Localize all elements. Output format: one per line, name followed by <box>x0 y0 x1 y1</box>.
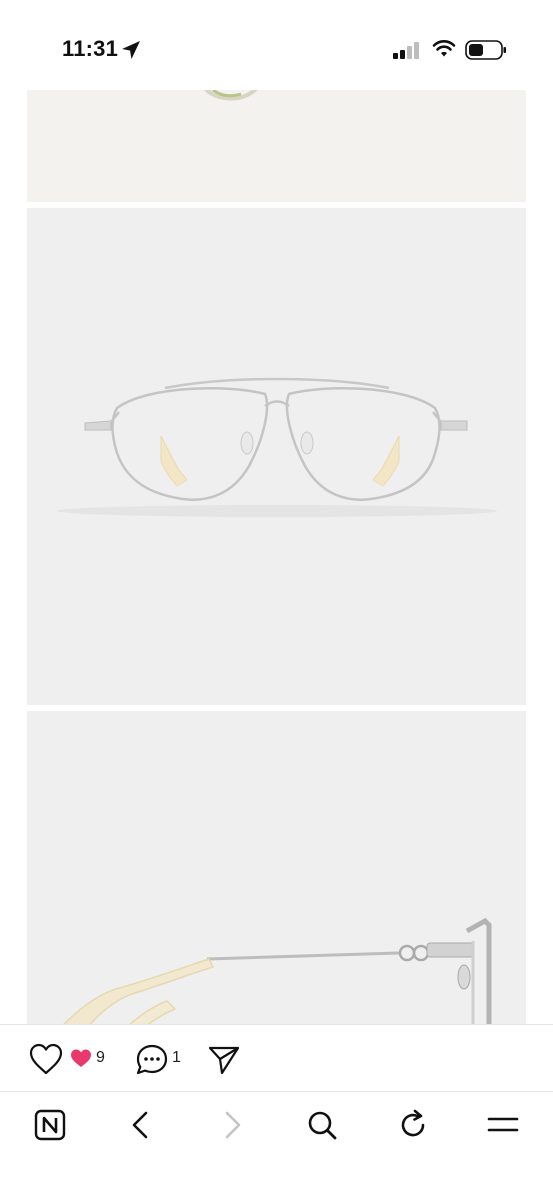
wifi-icon <box>432 40 456 57</box>
comment-count[interactable]: 1 <box>172 1049 181 1067</box>
back-arrow-icon[interactable] <box>124 1108 158 1142</box>
menu-icon[interactable] <box>486 1108 520 1142</box>
naver-home-icon[interactable] <box>33 1108 67 1142</box>
heart-outline-icon[interactable] <box>28 1042 64 1076</box>
post-image-3 <box>27 711 526 1024</box>
paper-plane-icon[interactable] <box>206 1042 242 1076</box>
comment-bubble-icon[interactable] <box>134 1042 170 1078</box>
post-image-1 <box>27 90 526 202</box>
browser-bottom-toolbar <box>0 1091 553 1201</box>
post-action-bar: 9 1 <box>0 1024 553 1092</box>
cellular-signal-icon <box>393 42 419 59</box>
reload-icon[interactable] <box>396 1108 430 1142</box>
forward-arrow-icon[interactable] <box>215 1108 249 1142</box>
like-count[interactable]: 9 <box>96 1049 105 1067</box>
eyeglasses-temple-side-view <box>63 917 492 1024</box>
search-icon[interactable] <box>305 1108 339 1142</box>
glasses-temple-tip-partial <box>204 90 258 101</box>
status-bar: 11:31 <box>0 0 553 90</box>
post-image-2 <box>27 208 526 705</box>
heart-filled-icon <box>71 1049 91 1067</box>
status-time: 11:31 <box>62 36 119 61</box>
silver-aviator-eyeglasses-front <box>57 377 497 517</box>
post-image-feed[interactable] <box>0 90 553 1024</box>
location-arrow-icon <box>122 41 140 59</box>
battery-icon <box>465 40 506 60</box>
